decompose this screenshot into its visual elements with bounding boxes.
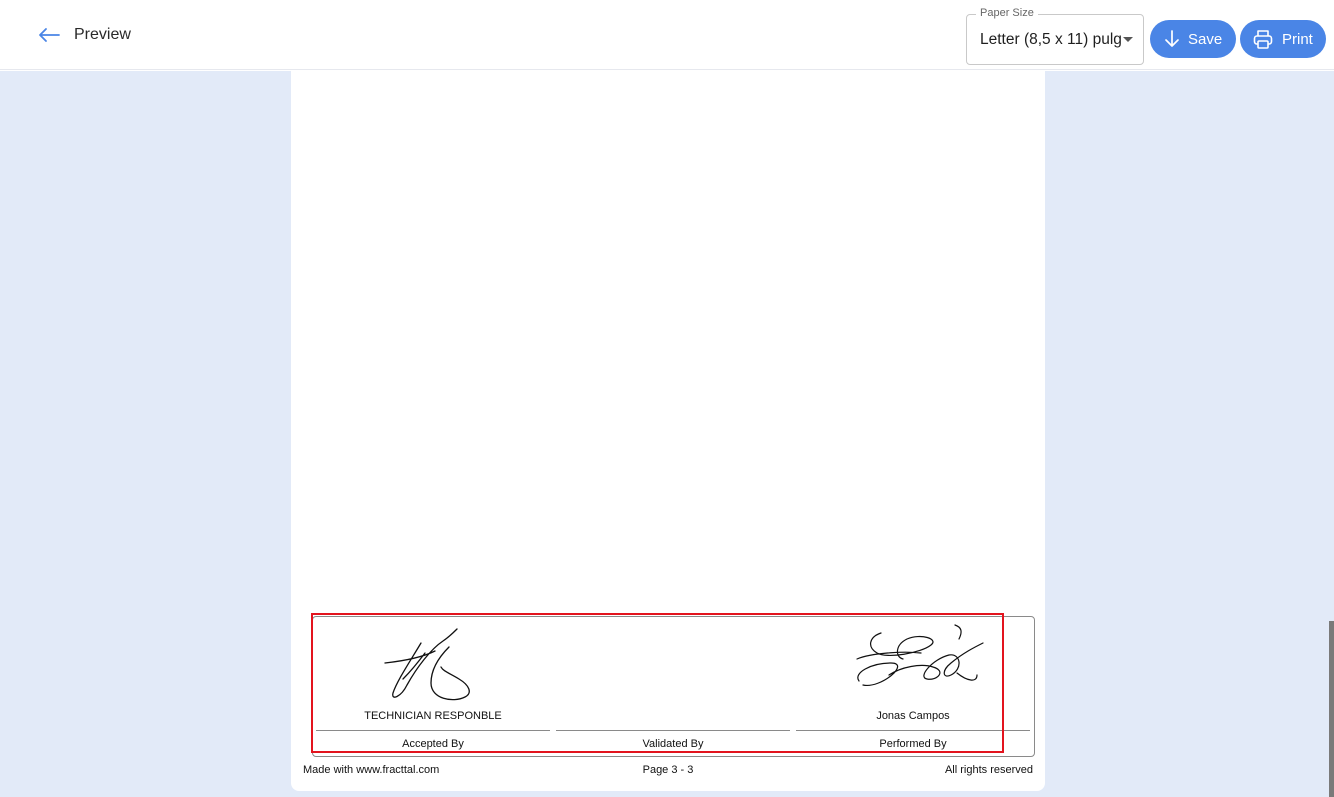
- save-label: Save: [1188, 30, 1223, 48]
- signature-line: [796, 730, 1030, 731]
- arrow-left-icon: [39, 28, 60, 42]
- signature-role: Performed By: [879, 738, 947, 750]
- signature-image: [856, 624, 984, 686]
- paper-size-select[interactable]: Paper Size Letter (8,5 x 11) pulg: [966, 7, 1144, 65]
- footer-rights: All rights reserved: [944, 764, 1033, 776]
- signature-role: Accepted By: [402, 738, 464, 750]
- printer-icon: [1253, 30, 1273, 49]
- caret-down-icon: [1123, 37, 1133, 42]
- signature-image: [384, 628, 470, 701]
- signature-column-accepted: TECHNICIAN RESPONBLE Accepted By: [313, 617, 553, 756]
- footer-credit: Made with www.fracttal.com: [303, 764, 440, 776]
- page-title: Preview: [74, 26, 131, 43]
- scrollbar[interactable]: [1329, 621, 1334, 797]
- signature-column-validated: Validated By: [553, 617, 793, 756]
- print-button[interactable]: Print: [1240, 20, 1326, 58]
- signature-column-performed: Jonas Campos Performed By: [793, 617, 1033, 756]
- paper-size-value: Letter (8,5 x 11) pulg: [980, 31, 1122, 48]
- signature-line: [316, 730, 550, 731]
- signature-role: Validated By: [642, 738, 704, 750]
- signature-table: TECHNICIAN RESPONBLE Accepted By Validat…: [312, 616, 1035, 757]
- back-button[interactable]: Preview: [38, 26, 131, 44]
- print-label: Print: [1282, 30, 1313, 48]
- arrow-down-icon: [1165, 30, 1179, 47]
- signature-name: TECHNICIAN RESPONBLE: [364, 710, 502, 722]
- save-button[interactable]: Save: [1150, 20, 1236, 58]
- paper-size-label: Paper Size: [976, 7, 1038, 19]
- signature-line: [556, 730, 790, 731]
- signature-name: Jonas Campos: [876, 710, 950, 722]
- footer-page-number: Page 3 - 3: [642, 764, 694, 776]
- top-bar: Preview Paper Size Letter (8,5 x 11) pul…: [0, 0, 1334, 70]
